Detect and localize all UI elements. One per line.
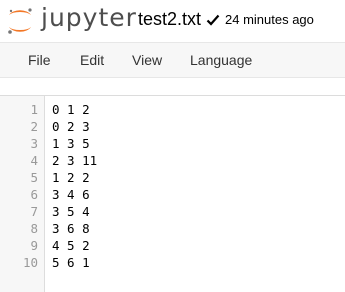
jupyter-logo-icon[interactable]	[5, 6, 35, 36]
line-text[interactable]: 1 2 2	[52, 169, 90, 186]
editor-line[interactable]: 3 1 3 5	[0, 135, 345, 152]
line-number: 3	[30, 136, 38, 151]
line-text[interactable]: 1 3 5	[52, 135, 90, 152]
line-text[interactable]: 3 4 6	[52, 186, 90, 203]
checkmark-icon	[206, 14, 220, 26]
line-number: 2	[30, 119, 38, 134]
line-number: 10	[22, 255, 38, 270]
editor-line[interactable]: 1 0 1 2	[0, 101, 345, 118]
line-number: 9	[30, 238, 38, 253]
line-text[interactable]: 0 1 2	[52, 101, 90, 118]
line-text[interactable]: 0 2 3	[52, 118, 90, 135]
line-number: 5	[30, 170, 38, 185]
menu-language[interactable]: Language	[190, 52, 252, 68]
menu-file[interactable]: File	[28, 52, 51, 68]
text-editor[interactable]: 1 0 1 2 2 0 2 3 3 1 3 5 4 2 3 11 5 1 2 2…	[0, 95, 345, 292]
line-text[interactable]: 3 6 8	[52, 220, 90, 237]
line-text[interactable]: 2 3 11	[52, 152, 97, 169]
editor-line[interactable]: 9 4 5 2	[0, 237, 345, 254]
menu-view[interactable]: View	[132, 52, 162, 68]
editor-line[interactable]: 8 3 6 8	[0, 220, 345, 237]
menu-bar: File Edit View Language	[0, 42, 345, 78]
menu-edit[interactable]: Edit	[80, 52, 104, 68]
line-number: 7	[30, 204, 38, 219]
editor-line[interactable]: 4 2 3 11	[0, 152, 345, 169]
editor-line[interactable]: 10 5 6 1	[0, 254, 345, 271]
line-number: 1	[30, 102, 38, 117]
line-text[interactable]: 4 5 2	[52, 237, 90, 254]
line-text[interactable]: 3 5 4	[52, 203, 90, 220]
editor-line[interactable]: 2 0 2 3	[0, 118, 345, 135]
line-number: 4	[30, 153, 38, 168]
jupyter-logo-text[interactable]: jupyter	[41, 3, 137, 32]
line-text[interactable]: 5 6 1	[52, 254, 90, 271]
line-number: 8	[30, 221, 38, 236]
last-saved-status: 24 minutes ago	[225, 12, 314, 27]
header: jupyter test2.txt 24 minutes ago	[0, 0, 345, 42]
editor-line[interactable]: 7 3 5 4	[0, 203, 345, 220]
editor-line[interactable]: 6 3 4 6	[0, 186, 345, 203]
file-name[interactable]: test2.txt	[138, 9, 201, 30]
editor-line[interactable]: 5 1 2 2	[0, 169, 345, 186]
line-number: 6	[30, 187, 38, 202]
